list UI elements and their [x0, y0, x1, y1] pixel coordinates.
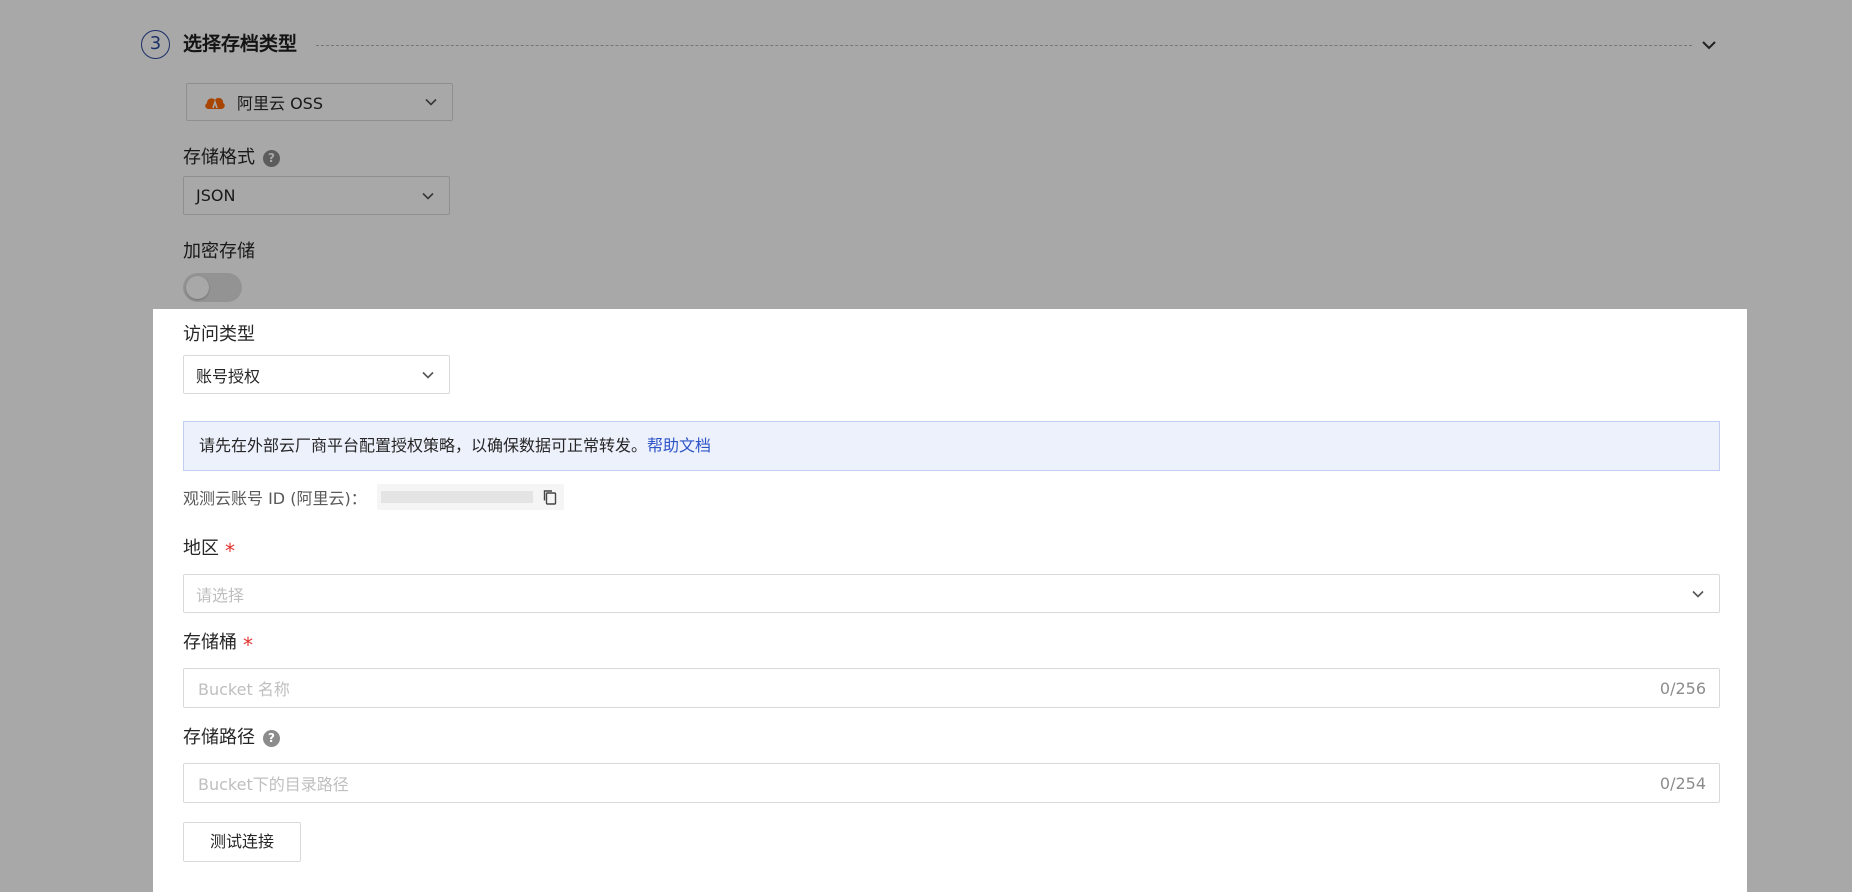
chevron-down-icon [419, 366, 437, 384]
auth-notice-banner: 请先在外部云厂商平台配置授权策略，以确保数据可正常转发。帮助文档 [183, 421, 1720, 471]
copy-icon[interactable] [541, 488, 559, 506]
region-placeholder: 请选择 [196, 585, 245, 605]
notice-text: 请先在外部云厂商平台配置授权策略，以确保数据可正常转发。 [199, 436, 648, 455]
path-label: 存储路径 ? [183, 726, 280, 750]
account-id-label: 观测云账号 ID (阿里云)： [183, 489, 367, 508]
access-config-panel: 访问类型 账号授权 请先在外部云厂商平台配置授权策略，以确保数据可正常转发。帮助… [153, 309, 1747, 892]
chevron-down-icon [1689, 585, 1707, 603]
bucket-input[interactable]: Bucket 名称 0/256 [183, 668, 1720, 708]
required-mark: * [225, 539, 235, 563]
path-label-text: 存储路径 [183, 727, 255, 748]
help-icon[interactable]: ? [263, 729, 280, 747]
account-id-masked [380, 491, 533, 503]
required-mark: * [243, 633, 253, 657]
region-select[interactable]: 请选择 [183, 574, 1720, 613]
access-type-value: 账号授权 [196, 366, 261, 386]
bucket-char-counter: 0/256 [1659, 678, 1706, 698]
account-id-value [376, 484, 564, 510]
path-placeholder: Bucket下的目录路径 [198, 775, 349, 794]
access-type-label: 访问类型 [183, 324, 255, 345]
access-type-select[interactable]: 账号授权 [183, 355, 450, 394]
bucket-placeholder: Bucket 名称 [198, 680, 290, 699]
bucket-label-text: 存储桶 [183, 632, 237, 653]
path-char-counter: 0/254 [1659, 773, 1706, 793]
help-doc-link[interactable]: 帮助文档 [647, 436, 711, 455]
path-input[interactable]: Bucket下的目录路径 0/254 [183, 763, 1720, 803]
region-label: 地区 * [183, 537, 235, 561]
bucket-label: 存储桶 * [183, 631, 253, 655]
test-connection-button[interactable]: 测试连接 [183, 822, 301, 862]
region-label-text: 地区 [183, 538, 219, 559]
account-id-row: 观测云账号 ID (阿里云)： [183, 484, 564, 510]
